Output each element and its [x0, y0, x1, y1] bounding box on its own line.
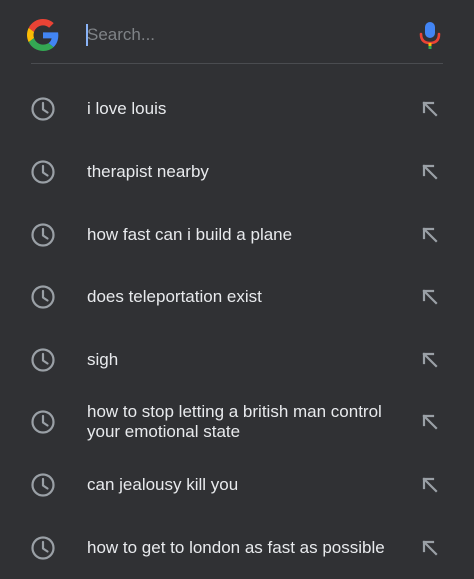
suggestion-text: how to get to london as fast as possible [87, 538, 385, 557]
suggestion-text: can jealousy kill you [87, 475, 239, 494]
history-clock-icon [31, 160, 55, 184]
fill-query-arrow-icon[interactable] [420, 350, 440, 370]
fill-query-arrow-icon[interactable] [420, 287, 440, 307]
suggestion-item[interactable]: i love louis [0, 78, 474, 140]
search-bar [0, 0, 474, 64]
history-clock-icon [31, 285, 55, 309]
fill-query-arrow-icon[interactable] [420, 99, 440, 119]
history-clock-icon [31, 536, 55, 560]
microphone-icon[interactable] [418, 19, 442, 51]
history-clock-icon [31, 223, 55, 247]
history-clock-icon [31, 410, 55, 434]
suggestion-text: sigh [87, 350, 119, 369]
suggestion-text: how fast can i build a plane [87, 225, 293, 244]
history-clock-icon [31, 97, 55, 121]
suggestion-text: therapist nearby [87, 162, 209, 181]
google-g-logo-icon [27, 19, 59, 51]
suggestion-item[interactable]: therapist nearby [0, 141, 474, 203]
history-clock-icon [31, 348, 55, 372]
fill-query-arrow-icon[interactable] [420, 475, 440, 495]
search-input[interactable] [87, 22, 377, 48]
search-field[interactable] [86, 20, 386, 50]
suggestion-text: i love louis [87, 99, 167, 118]
suggestion-item[interactable]: sigh [0, 329, 474, 391]
suggestion-item[interactable]: how fast can i build a plane [0, 204, 474, 266]
suggestion-text: how to stop letting a british man contro… [87, 402, 382, 441]
fill-query-arrow-icon[interactable] [420, 225, 440, 245]
search-divider [31, 63, 443, 64]
fill-query-arrow-icon[interactable] [420, 162, 440, 182]
suggestion-item[interactable]: how to stop letting a british man contro… [0, 391, 474, 453]
suggestion-item[interactable]: does teleportation exist [0, 266, 474, 328]
suggestion-item[interactable]: how to get to london as fast as possible [0, 517, 474, 579]
suggestion-item[interactable]: can jealousy kill you [0, 454, 474, 516]
fill-query-arrow-icon[interactable] [420, 412, 440, 432]
suggestion-text: does teleportation exist [87, 287, 262, 306]
history-clock-icon [31, 473, 55, 497]
fill-query-arrow-icon[interactable] [420, 538, 440, 558]
